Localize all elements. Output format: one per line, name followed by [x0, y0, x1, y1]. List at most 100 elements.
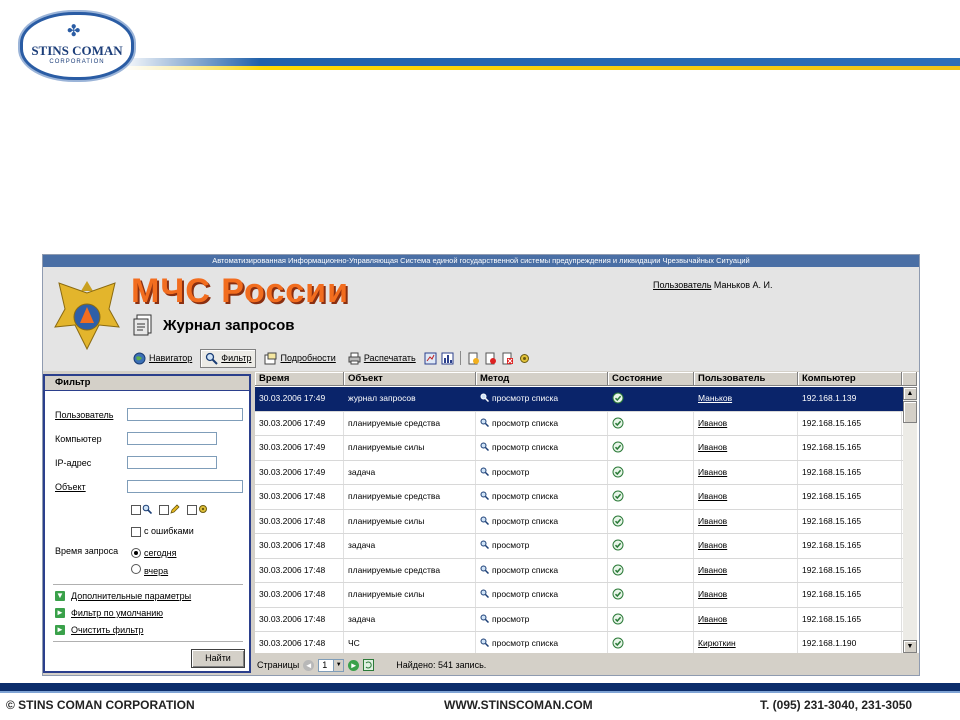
yesterday-label[interactable]: вчера — [144, 566, 168, 576]
user-link[interactable]: Маньков — [698, 393, 732, 403]
navigator-button[interactable]: Навигатор — [129, 350, 196, 367]
object-filter-label[interactable]: Объект — [55, 482, 86, 492]
cell-user: Иванов — [694, 509, 798, 533]
table-row[interactable]: 30.03.2006 17:49 задача просмотр Иванов 192.… — [255, 460, 903, 485]
check-circle-icon — [612, 466, 624, 477]
cell-user: Иванов — [694, 534, 798, 558]
column-header-computer[interactable]: Компьютер — [798, 372, 902, 386]
settings-icon[interactable] — [518, 352, 531, 365]
doc-stop-icon[interactable] — [484, 352, 497, 365]
column-header-object[interactable]: Объект — [344, 372, 476, 386]
method-edit-checkbox[interactable] — [159, 505, 169, 515]
toolbar: Навигатор Фильтр Подробности Распечатать — [129, 348, 531, 368]
scroll-up-icon[interactable]: ▲ — [903, 387, 917, 400]
magnifier-icon — [480, 467, 489, 476]
magnifier-icon — [480, 442, 489, 451]
method-run-checkbox[interactable] — [187, 505, 197, 515]
user-filter-label[interactable]: Пользователь — [55, 410, 113, 420]
cell-computer: 192.168.15.165 — [798, 534, 902, 558]
cell-object: планируемые силы — [344, 509, 476, 533]
user-link[interactable]: Иванов — [698, 540, 727, 550]
table-row[interactable]: 30.03.2006 17:49 планируемые силы просмотр… — [255, 436, 903, 461]
cell-object: ЧС — [344, 632, 476, 653]
doc-info-icon[interactable] — [467, 352, 480, 365]
magnifier-icon — [480, 614, 489, 623]
page-select[interactable]: 1 ▼ — [318, 658, 345, 672]
today-radio[interactable] — [131, 548, 141, 558]
cell-object: планируемые средства — [344, 411, 476, 435]
system-banner: Автоматизированная Информационно-Управля… — [43, 255, 919, 267]
table-row[interactable]: 30.03.2006 17:48 планируемые средства прос… — [255, 558, 903, 583]
prev-page-icon[interactable]: ◄ — [303, 659, 315, 671]
filter-panel: Фильтр Пользователь Компьютер IP-адрес О… — [43, 374, 251, 673]
table-row[interactable]: 30.03.2006 17:48 задача просмотр Иванов 192.… — [255, 534, 903, 559]
table-row[interactable]: 30.03.2006 17:48 ЧС просмотр списка Кирютки… — [255, 632, 903, 653]
table-row[interactable]: 30.03.2006 17:48 планируемые средства прос… — [255, 485, 903, 510]
details-button[interactable]: Подробности — [260, 350, 339, 367]
gear-icon — [199, 505, 207, 513]
printer-icon — [348, 352, 361, 364]
pages-label: Страницы — [257, 660, 300, 670]
chart-icon[interactable] — [441, 352, 454, 365]
user-link[interactable]: Иванов — [698, 491, 727, 501]
yesterday-radio[interactable] — [131, 564, 141, 574]
ip-filter-input[interactable] — [127, 456, 217, 469]
magnifier-icon — [142, 504, 152, 514]
user-link[interactable]: Иванов — [698, 589, 727, 599]
cell-computer: 192.168.15.165 — [798, 436, 902, 460]
user-link[interactable]: Иванов — [698, 516, 727, 526]
print-button[interactable]: Распечатать — [344, 350, 420, 367]
cell-method: просмотр списка — [476, 583, 608, 607]
globe-icon — [133, 352, 146, 364]
details-icon — [264, 352, 277, 364]
cell-time: 30.03.2006 17:48 — [255, 558, 344, 582]
column-header-user[interactable]: Пользователь — [694, 372, 798, 386]
next-page-icon[interactable]: ► — [348, 659, 360, 671]
cell-method: просмотр — [476, 607, 608, 631]
table-row[interactable]: 30.03.2006 17:48 задача просмотр Иванов 192.… — [255, 607, 903, 632]
export-icon[interactable] — [424, 352, 437, 365]
column-header-method[interactable]: Метод — [476, 372, 608, 386]
vertical-scrollbar[interactable]: ▲ ▼ — [903, 387, 917, 653]
errors-checkbox[interactable] — [131, 527, 141, 537]
doc-delete-icon[interactable] — [501, 352, 514, 365]
user-link[interactable]: Иванов — [698, 565, 727, 575]
computer-filter-input[interactable] — [127, 432, 217, 445]
object-filter-input[interactable] — [127, 480, 243, 493]
filter-button[interactable]: Фильтр — [200, 348, 257, 368]
cell-state — [608, 558, 694, 582]
cell-computer: 192.168.1.139 — [798, 387, 902, 411]
user-link[interactable]: Кирюткин — [698, 638, 736, 648]
cell-state — [608, 607, 694, 631]
default-filter-link[interactable]: Фильтр по умолчанию — [71, 608, 163, 618]
cell-computer: 192.168.1.190 — [798, 632, 902, 653]
table-row[interactable]: 30.03.2006 17:49 планируемые средства прос… — [255, 411, 903, 436]
check-circle-icon — [612, 564, 624, 575]
cell-method: просмотр списка — [476, 436, 608, 460]
user-link[interactable]: Иванов — [698, 614, 727, 624]
refresh-icon[interactable] — [363, 659, 375, 671]
scroll-down-icon[interactable]: ▼ — [903, 640, 917, 653]
cell-computer: 192.168.15.165 — [798, 411, 902, 435]
more-params-link[interactable]: Дополнительные параметры — [71, 591, 191, 601]
magnifier-icon — [480, 589, 489, 598]
clear-filter-link[interactable]: Очистить фильтр — [71, 625, 143, 635]
find-button[interactable]: Найти — [191, 649, 245, 668]
method-view-checkbox[interactable] — [131, 505, 141, 515]
user-link[interactable]: Иванов — [698, 418, 727, 428]
table-row[interactable]: 30.03.2006 17:48 планируемые силы просмотр… — [255, 583, 903, 608]
column-header-state[interactable]: Состояние — [608, 372, 694, 386]
check-circle-icon — [612, 392, 624, 404]
magnifier-icon — [480, 491, 489, 500]
user-link[interactable]: Иванов — [698, 442, 727, 452]
table-row[interactable]: 30.03.2006 17:49 журнал запросов просмотр … — [255, 387, 903, 412]
today-label[interactable]: сегодня — [144, 548, 177, 558]
user-link[interactable]: Иванов — [698, 467, 727, 477]
column-header-time[interactable]: Время — [255, 372, 344, 386]
user-filter-input[interactable] — [127, 408, 243, 421]
user-link[interactable]: Пользователь — [653, 280, 711, 290]
table-row[interactable]: 30.03.2006 17:48 планируемые силы просмотр… — [255, 509, 903, 534]
cell-state — [608, 387, 694, 411]
cell-state — [608, 534, 694, 558]
scroll-thumb[interactable] — [903, 401, 917, 423]
